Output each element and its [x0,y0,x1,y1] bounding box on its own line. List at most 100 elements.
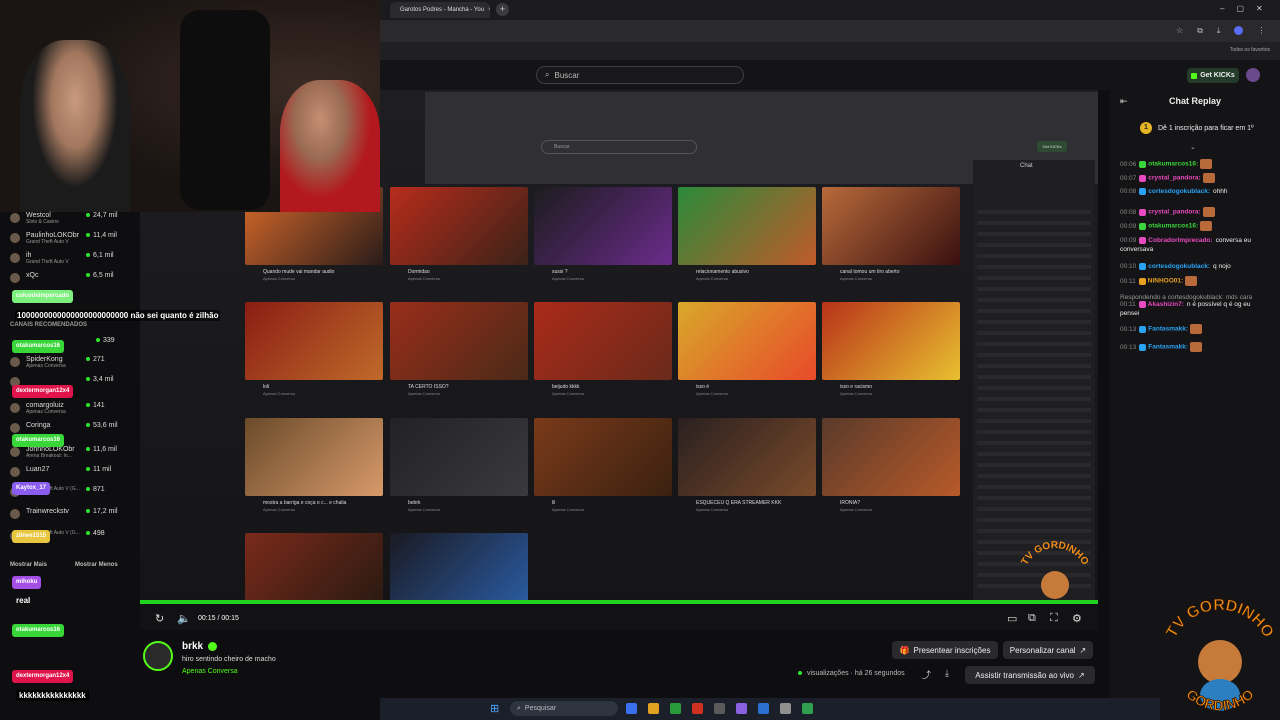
watch-live-button[interactable]: Assistir transmissão ao vivo ↗ [965,666,1095,684]
file-explorer-icon[interactable] [626,703,637,714]
sidebar-channel[interactable]: SpiderKong Apenas Conversa [26,356,66,369]
chat-username[interactable]: crystal_pandora: [1148,209,1200,216]
video-thumbnail[interactable] [534,302,672,380]
chat-username[interactable]: otakumarcos16: [1148,223,1198,230]
channel-avatar[interactable] [10,509,20,519]
download-icon[interactable]: ⤓ [1217,26,1221,36]
sidebar-channel[interactable]: Westcol Slots & Casino [26,212,59,225]
steam-icon[interactable] [714,703,725,714]
chat-username[interactable]: Fantasmakk: [1148,326,1188,333]
menu-icon[interactable]: ⋮ [1257,26,1265,36]
expand-chevron-icon[interactable]: ⌄ [1190,143,1196,151]
video-title[interactable]: Quando mude vai mandar audio [263,269,393,275]
video-title[interactable]: relacionamento abusivo [696,269,826,275]
pip-icon[interactable]: ⧉ [1028,612,1036,625]
sidebar-channel[interactable]: xQc [26,272,38,279]
video-title[interactable]: loli [263,384,393,390]
fullscreen-icon[interactable]: ⛶ [1050,612,1058,625]
volume-icon[interactable]: 🔈 [177,612,191,625]
share-icon[interactable]: ⤴ [922,668,931,681]
folder-icon[interactable] [648,703,659,714]
video-title[interactable]: isso é [696,384,826,390]
replay-icon[interactable]: ↻ [155,612,164,625]
chrome-icon[interactable] [670,703,681,714]
video-thumbnail[interactable] [245,418,383,496]
gift-subs-button[interactable]: 🎁 Presentear inscrições [892,641,998,659]
video-title[interactable]: TA CERTO ISSO? [408,384,538,390]
video-thumbnail[interactable] [390,302,528,380]
browser-tab[interactable]: Garotos Podres - Mancha - You × [390,2,490,18]
video-title[interactable]: Dormidao [408,269,538,275]
search-input[interactable]: ⌕ Buscar [536,66,744,84]
sidebar-channel[interactable]: ih Grand Theft Auto V [26,252,69,265]
all-bookmarks-link[interactable]: Todos os favoritos [1230,47,1270,53]
settings-icon[interactable]: ⚙ [1072,612,1082,625]
video-thumbnail[interactable] [534,187,672,265]
close-tab-icon[interactable]: × [488,7,490,13]
video-thumbnail[interactable] [390,187,528,265]
video-title[interactable]: bebrk [408,500,538,506]
chat-username[interactable]: NINHOO01: [1148,278,1183,285]
theater-mode-icon[interactable]: ▭ [1007,612,1017,625]
get-kicks-button[interactable]: Get KICKs [1187,68,1239,83]
star-icon[interactable]: ☆ [1176,26,1183,36]
channel-avatar[interactable] [10,213,20,223]
channel-avatar[interactable] [10,447,20,457]
channel-avatar[interactable] [10,467,20,477]
sidebar-channel[interactable]: comargoluiz Apenas Conversa [26,402,66,415]
video-title[interactable]: canal tomou um tiro aberto [840,269,970,275]
user-avatar[interactable] [1246,68,1260,82]
channel-avatar[interactable] [10,423,20,433]
app-icon[interactable] [692,703,703,714]
video-title[interactable]: mostra a barriga e coça o c... e chalia [263,500,393,506]
address-bar[interactable] [380,20,1280,42]
sidebar-channel[interactable]: PaulinhoLOKObr Grand Theft Auto V [26,232,79,245]
show-less-link[interactable]: Mostrar Menos [75,562,118,568]
video-thumbnail[interactable] [390,533,528,603]
download-video-icon[interactable]: ⤓ [945,668,949,679]
extensions-icon[interactable]: ⧉ [1197,26,1203,36]
sidebar-channel[interactable]: JohnnoLOKObr Arena Breakout: In... [26,446,75,459]
video-title[interactable]: ESQUECEU Q ERA STREAMER KKK [696,500,826,506]
channel-avatar[interactable] [10,253,20,263]
video-thumbnail[interactable] [822,418,960,496]
sub-leaderboard-banner[interactable]: 1 Dê 1 inscrição para ficar em 1º [1140,122,1260,134]
close-icon[interactable]: ✕ [1256,4,1263,13]
video-thumbnail[interactable] [678,302,816,380]
customize-channel-button[interactable]: Personalizar canal ↗ [1003,641,1093,659]
minimize-icon[interactable]: – [1220,4,1224,13]
maximize-icon[interactable]: ▢ [1236,4,1244,13]
chat-username[interactable]: cortesdogokublack: [1148,188,1210,195]
windows-search-input[interactable]: ⌕ Pesquisar [510,701,618,716]
video-thumbnail[interactable] [534,418,672,496]
video-title[interactable]: sussi ? [552,269,682,275]
new-tab-button[interactable]: + [496,3,509,16]
chat-username[interactable]: Fantasmakk: [1148,344,1188,351]
channel-name[interactable]: brkk [182,641,203,652]
chat-username[interactable]: crystal_pandora: [1148,175,1200,182]
video-thumbnail[interactable] [390,418,528,496]
chat-username[interactable]: CobradorImprecado: [1148,237,1212,244]
show-more-link[interactable]: Mostrar Mais [10,562,47,568]
video-title[interactable]: isso e racismo [840,384,970,390]
profile-icon[interactable] [1234,26,1244,35]
channel-avatar[interactable] [10,233,20,243]
sidebar-channel[interactable]: Trainwreckstv [26,508,69,515]
discord-icon[interactable] [736,703,747,714]
video-title[interactable]: IRONIA? [840,500,970,506]
edge-icon[interactable] [758,703,769,714]
channel-avatar[interactable] [10,357,20,367]
windows-start-icon[interactable]: ⊞ [490,702,499,715]
channel-avatar[interactable] [10,403,20,413]
video-thumbnail[interactable] [678,187,816,265]
sidebar-channel[interactable]: Coringa [26,422,51,429]
video-thumbnail[interactable] [245,533,383,603]
video-title[interactable]: beijudo kkkk [552,384,682,390]
video-title[interactable]: lil [552,500,682,506]
video-thumbnail[interactable] [245,302,383,380]
chat-username[interactable]: Akashizin7: [1148,301,1184,308]
sidebar-channel[interactable]: Luan27 [26,466,49,473]
stream-category[interactable]: Apenas Conversa [182,668,238,675]
channel-avatar[interactable] [10,273,20,283]
kick-app-icon[interactable] [802,703,813,714]
